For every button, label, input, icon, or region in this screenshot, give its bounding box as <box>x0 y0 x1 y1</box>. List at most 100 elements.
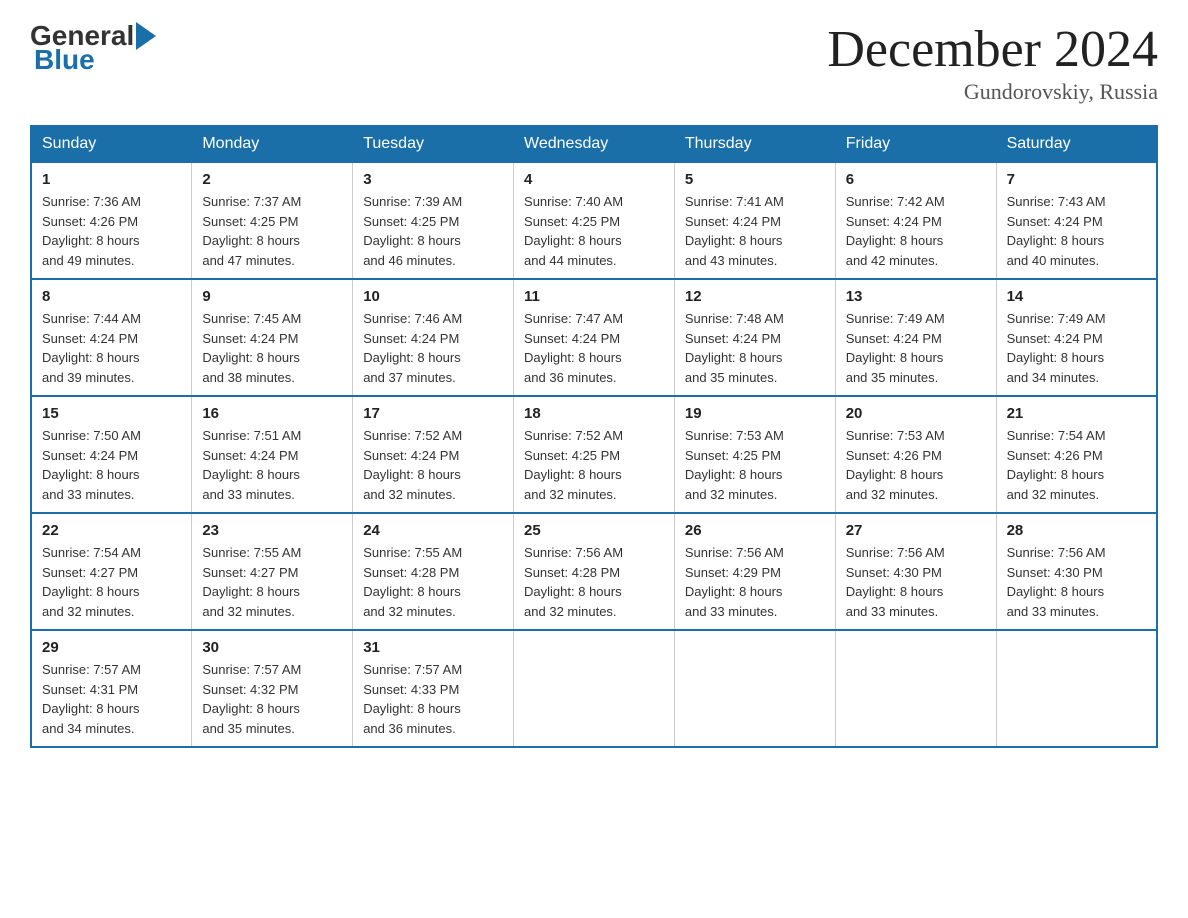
day-info: Sunrise: 7:49 AM Sunset: 4:24 PM Dayligh… <box>846 309 986 387</box>
day-info: Sunrise: 7:56 AM Sunset: 4:30 PM Dayligh… <box>846 543 986 621</box>
day-info: Sunrise: 7:49 AM Sunset: 4:24 PM Dayligh… <box>1007 309 1146 387</box>
calendar-cell: 6 Sunrise: 7:42 AM Sunset: 4:24 PM Dayli… <box>835 162 996 279</box>
day-info: Sunrise: 7:57 AM Sunset: 4:33 PM Dayligh… <box>363 660 503 738</box>
day-number: 18 <box>524 405 664 422</box>
day-number: 8 <box>42 288 181 305</box>
calendar-cell: 30 Sunrise: 7:57 AM Sunset: 4:32 PM Dayl… <box>192 630 353 747</box>
day-info: Sunrise: 7:47 AM Sunset: 4:24 PM Dayligh… <box>524 309 664 387</box>
day-number: 22 <box>42 522 181 539</box>
calendar-cell: 12 Sunrise: 7:48 AM Sunset: 4:24 PM Dayl… <box>674 279 835 396</box>
header-monday: Monday <box>192 126 353 162</box>
logo: General Blue <box>30 20 158 76</box>
day-info: Sunrise: 7:56 AM Sunset: 4:30 PM Dayligh… <box>1007 543 1146 621</box>
calendar-cell: 21 Sunrise: 7:54 AM Sunset: 4:26 PM Dayl… <box>996 396 1157 513</box>
day-number: 5 <box>685 171 825 188</box>
header-tuesday: Tuesday <box>353 126 514 162</box>
calendar-week-2: 8 Sunrise: 7:44 AM Sunset: 4:24 PM Dayli… <box>31 279 1157 396</box>
calendar-cell: 11 Sunrise: 7:47 AM Sunset: 4:24 PM Dayl… <box>514 279 675 396</box>
calendar-cell: 10 Sunrise: 7:46 AM Sunset: 4:24 PM Dayl… <box>353 279 514 396</box>
calendar-cell <box>835 630 996 747</box>
day-info: Sunrise: 7:57 AM Sunset: 4:32 PM Dayligh… <box>202 660 342 738</box>
calendar-cell: 2 Sunrise: 7:37 AM Sunset: 4:25 PM Dayli… <box>192 162 353 279</box>
day-info: Sunrise: 7:52 AM Sunset: 4:24 PM Dayligh… <box>363 426 503 504</box>
month-title: December 2024 <box>827 20 1158 79</box>
calendar-cell: 17 Sunrise: 7:52 AM Sunset: 4:24 PM Dayl… <box>353 396 514 513</box>
day-number: 12 <box>685 288 825 305</box>
day-info: Sunrise: 7:52 AM Sunset: 4:25 PM Dayligh… <box>524 426 664 504</box>
day-info: Sunrise: 7:54 AM Sunset: 4:27 PM Dayligh… <box>42 543 181 621</box>
calendar-cell: 26 Sunrise: 7:56 AM Sunset: 4:29 PM Dayl… <box>674 513 835 630</box>
calendar-cell: 16 Sunrise: 7:51 AM Sunset: 4:24 PM Dayl… <box>192 396 353 513</box>
day-number: 21 <box>1007 405 1146 422</box>
day-info: Sunrise: 7:40 AM Sunset: 4:25 PM Dayligh… <box>524 192 664 270</box>
calendar-cell: 14 Sunrise: 7:49 AM Sunset: 4:24 PM Dayl… <box>996 279 1157 396</box>
day-info: Sunrise: 7:57 AM Sunset: 4:31 PM Dayligh… <box>42 660 181 738</box>
day-info: Sunrise: 7:46 AM Sunset: 4:24 PM Dayligh… <box>363 309 503 387</box>
day-info: Sunrise: 7:55 AM Sunset: 4:28 PM Dayligh… <box>363 543 503 621</box>
calendar-cell: 8 Sunrise: 7:44 AM Sunset: 4:24 PM Dayli… <box>31 279 192 396</box>
day-number: 24 <box>363 522 503 539</box>
day-info: Sunrise: 7:56 AM Sunset: 4:29 PM Dayligh… <box>685 543 825 621</box>
day-number: 16 <box>202 405 342 422</box>
calendar-cell: 23 Sunrise: 7:55 AM Sunset: 4:27 PM Dayl… <box>192 513 353 630</box>
day-number: 23 <box>202 522 342 539</box>
day-number: 30 <box>202 639 342 656</box>
header-thursday: Thursday <box>674 126 835 162</box>
calendar-week-1: 1 Sunrise: 7:36 AM Sunset: 4:26 PM Dayli… <box>31 162 1157 279</box>
day-info: Sunrise: 7:48 AM Sunset: 4:24 PM Dayligh… <box>685 309 825 387</box>
day-info: Sunrise: 7:39 AM Sunset: 4:25 PM Dayligh… <box>363 192 503 270</box>
day-info: Sunrise: 7:53 AM Sunset: 4:25 PM Dayligh… <box>685 426 825 504</box>
day-number: 13 <box>846 288 986 305</box>
day-number: 14 <box>1007 288 1146 305</box>
day-info: Sunrise: 7:43 AM Sunset: 4:24 PM Dayligh… <box>1007 192 1146 270</box>
day-number: 9 <box>202 288 342 305</box>
calendar-cell <box>996 630 1157 747</box>
day-number: 6 <box>846 171 986 188</box>
calendar-cell: 24 Sunrise: 7:55 AM Sunset: 4:28 PM Dayl… <box>353 513 514 630</box>
calendar-cell: 18 Sunrise: 7:52 AM Sunset: 4:25 PM Dayl… <box>514 396 675 513</box>
location-title: Gundorovskiy, Russia <box>827 79 1158 105</box>
logo-blue: Blue <box>34 44 95 75</box>
calendar-cell: 5 Sunrise: 7:41 AM Sunset: 4:24 PM Dayli… <box>674 162 835 279</box>
day-info: Sunrise: 7:36 AM Sunset: 4:26 PM Dayligh… <box>42 192 181 270</box>
day-number: 25 <box>524 522 664 539</box>
calendar-cell: 9 Sunrise: 7:45 AM Sunset: 4:24 PM Dayli… <box>192 279 353 396</box>
calendar-cell: 29 Sunrise: 7:57 AM Sunset: 4:31 PM Dayl… <box>31 630 192 747</box>
day-number: 3 <box>363 171 503 188</box>
day-info: Sunrise: 7:44 AM Sunset: 4:24 PM Dayligh… <box>42 309 181 387</box>
day-info: Sunrise: 7:53 AM Sunset: 4:26 PM Dayligh… <box>846 426 986 504</box>
day-info: Sunrise: 7:41 AM Sunset: 4:24 PM Dayligh… <box>685 192 825 270</box>
day-info: Sunrise: 7:51 AM Sunset: 4:24 PM Dayligh… <box>202 426 342 504</box>
day-info: Sunrise: 7:54 AM Sunset: 4:26 PM Dayligh… <box>1007 426 1146 504</box>
calendar-cell: 28 Sunrise: 7:56 AM Sunset: 4:30 PM Dayl… <box>996 513 1157 630</box>
calendar-cell <box>674 630 835 747</box>
header-wednesday: Wednesday <box>514 126 675 162</box>
calendar-cell: 22 Sunrise: 7:54 AM Sunset: 4:27 PM Dayl… <box>31 513 192 630</box>
calendar-week-4: 22 Sunrise: 7:54 AM Sunset: 4:27 PM Dayl… <box>31 513 1157 630</box>
day-number: 10 <box>363 288 503 305</box>
day-info: Sunrise: 7:37 AM Sunset: 4:25 PM Dayligh… <box>202 192 342 270</box>
calendar-week-3: 15 Sunrise: 7:50 AM Sunset: 4:24 PM Dayl… <box>31 396 1157 513</box>
header-saturday: Saturday <box>996 126 1157 162</box>
calendar-cell: 13 Sunrise: 7:49 AM Sunset: 4:24 PM Dayl… <box>835 279 996 396</box>
day-info: Sunrise: 7:55 AM Sunset: 4:27 PM Dayligh… <box>202 543 342 621</box>
calendar-cell: 20 Sunrise: 7:53 AM Sunset: 4:26 PM Dayl… <box>835 396 996 513</box>
page-header: General Blue December 2024 Gundorovskiy,… <box>30 20 1158 105</box>
calendar-week-5: 29 Sunrise: 7:57 AM Sunset: 4:31 PM Dayl… <box>31 630 1157 747</box>
calendar-cell <box>514 630 675 747</box>
day-number: 15 <box>42 405 181 422</box>
calendar-cell: 7 Sunrise: 7:43 AM Sunset: 4:24 PM Dayli… <box>996 162 1157 279</box>
day-number: 31 <box>363 639 503 656</box>
calendar-cell: 19 Sunrise: 7:53 AM Sunset: 4:25 PM Dayl… <box>674 396 835 513</box>
day-number: 29 <box>42 639 181 656</box>
day-number: 19 <box>685 405 825 422</box>
header-friday: Friday <box>835 126 996 162</box>
day-info: Sunrise: 7:50 AM Sunset: 4:24 PM Dayligh… <box>42 426 181 504</box>
day-number: 28 <box>1007 522 1146 539</box>
calendar-cell: 15 Sunrise: 7:50 AM Sunset: 4:24 PM Dayl… <box>31 396 192 513</box>
day-number: 4 <box>524 171 664 188</box>
day-number: 7 <box>1007 171 1146 188</box>
title-area: December 2024 Gundorovskiy, Russia <box>827 20 1158 105</box>
day-info: Sunrise: 7:56 AM Sunset: 4:28 PM Dayligh… <box>524 543 664 621</box>
calendar-cell: 4 Sunrise: 7:40 AM Sunset: 4:25 PM Dayli… <box>514 162 675 279</box>
